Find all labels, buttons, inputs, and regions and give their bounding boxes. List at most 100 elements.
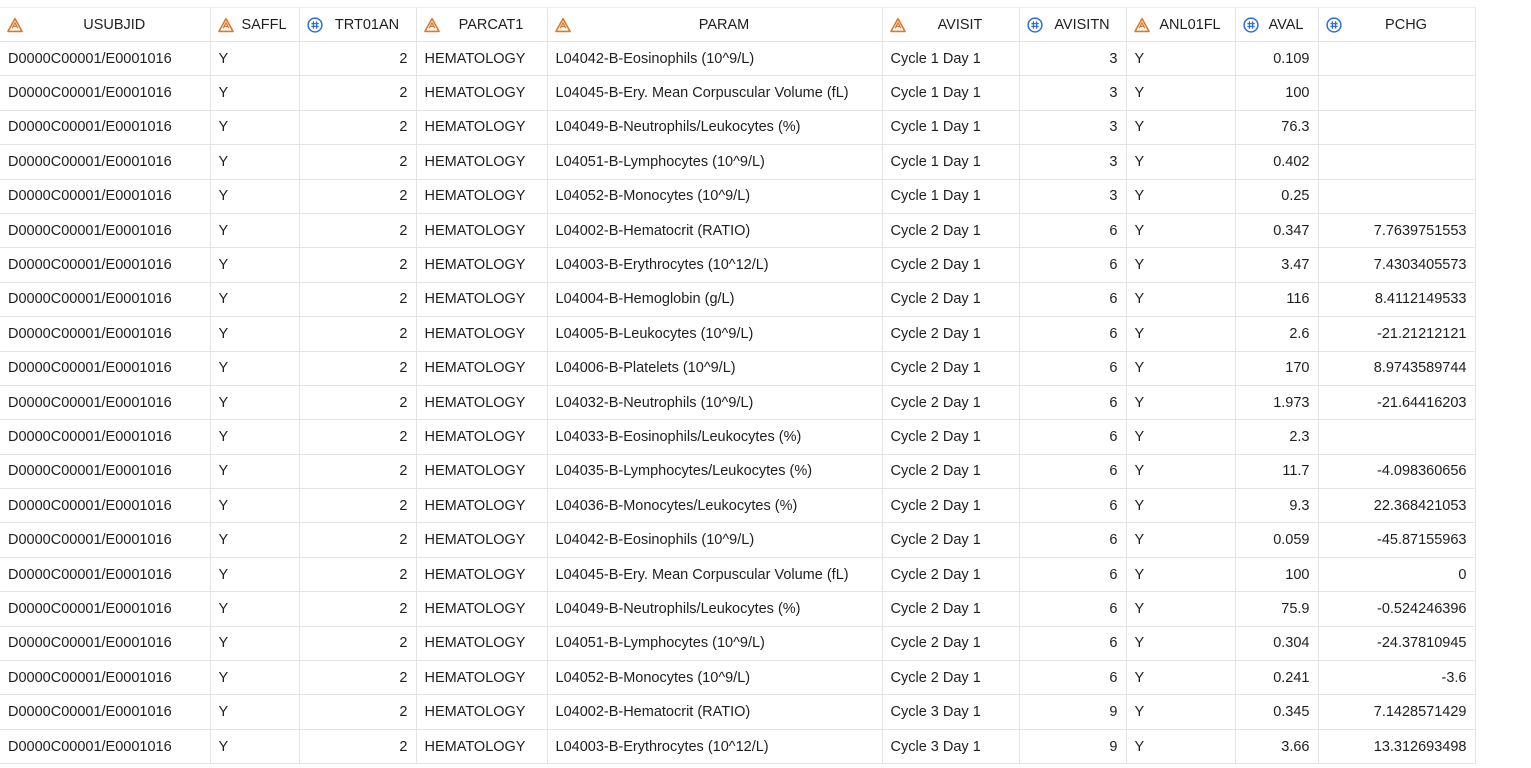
cell-parcat1[interactable]: HEMATOLOGY <box>416 316 548 352</box>
cell-saffl[interactable]: Y <box>210 75 300 111</box>
cell-anl01fl[interactable]: Y <box>1126 729 1236 765</box>
cell-pchg[interactable]: -4.098360656 <box>1318 454 1476 490</box>
cell-param[interactable]: L04006-B-Platelets (10^9/L) <box>547 351 883 386</box>
cell-pchg[interactable]: -21.64416203 <box>1318 385 1476 421</box>
cell-parcat1[interactable]: HEMATOLOGY <box>416 454 548 490</box>
cell-pchg[interactable] <box>1318 75 1476 111</box>
cell-saffl[interactable]: Y <box>210 694 300 730</box>
table-row[interactable]: D0000C00001/E0001016 Y 2 HEMATOLOGY L04045-B… <box>0 75 1476 111</box>
cell-trt01an[interactable]: 2 <box>299 144 417 180</box>
cell-pchg[interactable]: 7.4303405573 <box>1318 247 1476 283</box>
table-row[interactable]: D0000C00001/E0001016 Y 2 HEMATOLOGY L04005-B… <box>0 316 1476 352</box>
cell-param[interactable]: L04002-B-Hematocrit (RATIO) <box>547 213 883 249</box>
cell-avisitn[interactable]: 3 <box>1019 144 1127 180</box>
cell-param[interactable]: L04052-B-Monocytes (10^9/L) <box>547 179 883 214</box>
cell-trt01an[interactable]: 2 <box>299 316 417 352</box>
cell-pchg[interactable]: 8.9743589744 <box>1318 351 1476 386</box>
cell-trt01an[interactable]: 2 <box>299 385 417 421</box>
cell-avisit[interactable]: Cycle 2 Day 1 <box>882 557 1020 593</box>
cell-trt01an[interactable]: 2 <box>299 110 417 146</box>
cell-aval[interactable]: 116 <box>1235 282 1319 318</box>
cell-usubjid[interactable]: D0000C00001/E0001016 <box>0 351 211 386</box>
cell-param[interactable]: L04045-B-Ery. Mean Corpuscular Volume (f… <box>547 75 883 111</box>
cell-anl01fl[interactable]: Y <box>1126 110 1236 146</box>
cell-saffl[interactable]: Y <box>210 660 300 696</box>
cell-avisit[interactable]: Cycle 2 Day 1 <box>882 522 1020 558</box>
cell-avisit[interactable]: Cycle 2 Day 1 <box>882 488 1020 524</box>
table-row[interactable]: D0000C00001/E0001016 Y 2 HEMATOLOGY L04035-B… <box>0 454 1476 490</box>
cell-avisit[interactable]: Cycle 2 Day 1 <box>882 591 1020 627</box>
cell-aval[interactable]: 3.47 <box>1235 247 1319 283</box>
cell-pchg[interactable] <box>1318 419 1476 455</box>
cell-saffl[interactable]: Y <box>210 419 300 455</box>
cell-usubjid[interactable]: D0000C00001/E0001016 <box>0 385 211 421</box>
cell-param[interactable]: L04036-B-Monocytes/Leukocytes (%) <box>547 488 883 524</box>
cell-aval[interactable]: 0.347 <box>1235 213 1319 249</box>
cell-param[interactable]: L04003-B-Erythrocytes (10^12/L) <box>547 729 883 765</box>
cell-parcat1[interactable]: HEMATOLOGY <box>416 694 548 730</box>
cell-trt01an[interactable]: 2 <box>299 247 417 283</box>
cell-avisitn[interactable]: 6 <box>1019 385 1127 421</box>
cell-param[interactable]: L04045-B-Ery. Mean Corpuscular Volume (f… <box>547 557 883 593</box>
table-row[interactable]: D0000C00001/E0001016 Y 2 HEMATOLOGY L04052-B… <box>0 660 1476 696</box>
cell-saffl[interactable]: Y <box>210 144 300 180</box>
cell-avisit[interactable]: Cycle 2 Day 1 <box>882 454 1020 490</box>
cell-avisitn[interactable]: 3 <box>1019 75 1127 111</box>
cell-saffl[interactable]: Y <box>210 385 300 421</box>
cell-pchg[interactable]: -0.524246396 <box>1318 591 1476 627</box>
column-header-aval[interactable]: AVAL <box>1235 7 1319 42</box>
cell-trt01an[interactable]: 2 <box>299 75 417 111</box>
cell-trt01an[interactable]: 2 <box>299 626 417 662</box>
cell-trt01an[interactable]: 2 <box>299 282 417 318</box>
cell-avisit[interactable]: Cycle 1 Day 1 <box>882 110 1020 146</box>
cell-avisit[interactable]: Cycle 2 Day 1 <box>882 282 1020 318</box>
cell-trt01an[interactable]: 2 <box>299 660 417 696</box>
column-header-param[interactable]: PARAM <box>547 7 883 42</box>
cell-pchg[interactable]: 22.368421053 <box>1318 488 1476 524</box>
cell-param[interactable]: L04042-B-Eosinophils (10^9/L) <box>547 41 883 77</box>
cell-param[interactable]: L04002-B-Hematocrit (RATIO) <box>547 694 883 730</box>
cell-usubjid[interactable]: D0000C00001/E0001016 <box>0 660 211 696</box>
cell-anl01fl[interactable]: Y <box>1126 694 1236 730</box>
cell-aval[interactable]: 0.304 <box>1235 626 1319 662</box>
cell-parcat1[interactable]: HEMATOLOGY <box>416 729 548 765</box>
cell-usubjid[interactable]: D0000C00001/E0001016 <box>0 419 211 455</box>
table-row[interactable]: D0000C00001/E0001016 Y 2 HEMATOLOGY L04051-B… <box>0 144 1476 180</box>
cell-anl01fl[interactable]: Y <box>1126 557 1236 593</box>
cell-avisitn[interactable]: 9 <box>1019 694 1127 730</box>
cell-aval[interactable]: 9.3 <box>1235 488 1319 524</box>
column-header-saffl[interactable]: SAFFL <box>210 7 300 42</box>
table-row[interactable]: D0000C00001/E0001016 Y 2 HEMATOLOGY L04002-B… <box>0 213 1476 249</box>
column-header-usubjid[interactable]: USUBJID <box>0 7 211 42</box>
cell-aval[interactable]: 0.059 <box>1235 522 1319 558</box>
cell-trt01an[interactable]: 2 <box>299 419 417 455</box>
cell-saffl[interactable]: Y <box>210 591 300 627</box>
cell-parcat1[interactable]: HEMATOLOGY <box>416 419 548 455</box>
cell-anl01fl[interactable]: Y <box>1126 144 1236 180</box>
cell-saffl[interactable]: Y <box>210 351 300 386</box>
cell-pchg[interactable] <box>1318 179 1476 214</box>
cell-avisit[interactable]: Cycle 1 Day 1 <box>882 179 1020 214</box>
cell-avisitn[interactable]: 6 <box>1019 660 1127 696</box>
cell-aval[interactable]: 2.6 <box>1235 316 1319 352</box>
cell-trt01an[interactable]: 2 <box>299 488 417 524</box>
cell-anl01fl[interactable]: Y <box>1126 213 1236 249</box>
cell-parcat1[interactable]: HEMATOLOGY <box>416 660 548 696</box>
table-row[interactable]: D0000C00001/E0001016 Y 2 HEMATOLOGY L04051-B… <box>0 626 1476 662</box>
column-header-avisit[interactable]: AVISIT <box>882 7 1020 42</box>
cell-parcat1[interactable]: HEMATOLOGY <box>416 351 548 386</box>
cell-avisit[interactable]: Cycle 2 Day 1 <box>882 660 1020 696</box>
table-row[interactable]: D0000C00001/E0001016 Y 2 HEMATOLOGY L04045-B… <box>0 557 1476 593</box>
cell-parcat1[interactable]: HEMATOLOGY <box>416 522 548 558</box>
cell-usubjid[interactable]: D0000C00001/E0001016 <box>0 110 211 146</box>
cell-aval[interactable]: 0.345 <box>1235 694 1319 730</box>
cell-aval[interactable]: 76.3 <box>1235 110 1319 146</box>
cell-usubjid[interactable]: D0000C00001/E0001016 <box>0 557 211 593</box>
column-header-anl01fl[interactable]: ANL01FL <box>1126 7 1236 42</box>
table-row[interactable]: D0000C00001/E0001016 Y 2 HEMATOLOGY L04049-B… <box>0 110 1476 146</box>
cell-saffl[interactable]: Y <box>210 282 300 318</box>
cell-usubjid[interactable]: D0000C00001/E0001016 <box>0 179 211 214</box>
cell-anl01fl[interactable]: Y <box>1126 282 1236 318</box>
column-header-trt01an[interactable]: TRT01AN <box>299 7 417 42</box>
cell-param[interactable]: L04051-B-Lymphocytes (10^9/L) <box>547 144 883 180</box>
